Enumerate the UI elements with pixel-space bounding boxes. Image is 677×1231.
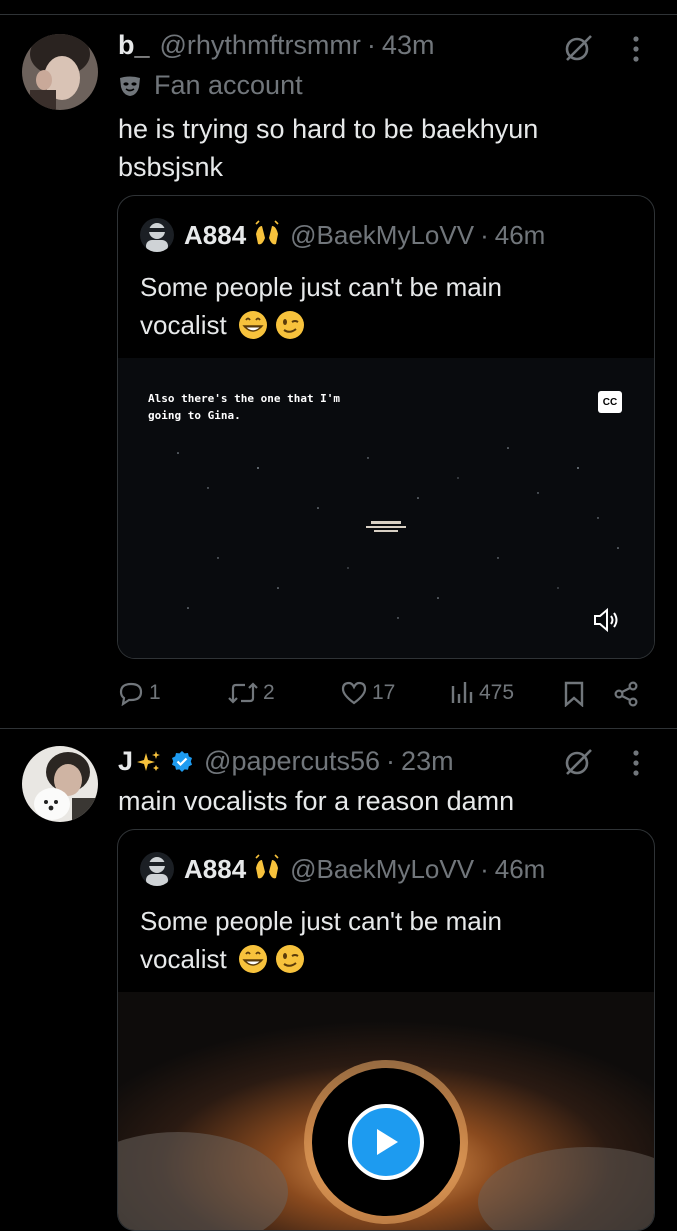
retweet-icon [227, 680, 263, 706]
views-button[interactable]: 475 [449, 680, 514, 706]
avatar[interactable] [22, 34, 98, 110]
quote-avatar [140, 218, 174, 252]
quote-avatar [140, 852, 174, 886]
caption-line-1: Also there's the one that I'm [148, 392, 341, 405]
avatar-image [22, 746, 98, 822]
fan-account-label: Fan account [118, 70, 303, 101]
like-icon [340, 680, 372, 706]
display-name[interactable]: J [118, 746, 133, 777]
timestamp[interactable]: 43m [382, 30, 435, 61]
quote-text-line-1: Some people just can't be main [140, 272, 502, 302]
label-text: Fan account [154, 70, 303, 100]
like-button[interactable]: 17 [340, 680, 395, 706]
handle[interactable]: @rhythmftrsmmr [160, 30, 361, 61]
quote-timestamp: 46m [494, 853, 546, 884]
wink-emoji [275, 310, 305, 340]
separator: · [480, 853, 489, 884]
mask-icon [118, 74, 142, 98]
play-icon[interactable] [348, 1104, 424, 1180]
top-divider [0, 14, 677, 15]
quote-text-line-2-text: vocalist [140, 944, 227, 974]
quote-text: Some people just can't be main vocalist [140, 902, 502, 978]
raised-hands-emoji [252, 854, 282, 884]
grin-emoji [238, 310, 268, 340]
more-icon[interactable] [626, 34, 646, 64]
video-player[interactable]: Also there's the one that I'm going to G… [118, 358, 654, 658]
raised-hands-emoji [252, 220, 282, 250]
quote-display-name: A884 [184, 853, 247, 884]
tweet-text-line-2: bsbsjsnk [118, 152, 224, 182]
quote-header: A884 @BaekMyLoVV · 46m [140, 852, 545, 886]
tweet-divider [0, 728, 677, 729]
avatar-image [22, 34, 98, 110]
reply-icon [117, 680, 149, 706]
video-caption: Also there's the one that I'm going to G… [148, 390, 340, 424]
display-name[interactable]: b_ [118, 30, 150, 61]
quote-header: A884 @BaekMyLoVV · 46m [140, 218, 545, 252]
grin-emoji [238, 944, 268, 974]
verified-badge-icon[interactable] [170, 750, 194, 774]
handle[interactable]: @papercuts56 [204, 746, 380, 777]
tweet-text: main vocalists for a reason damn [118, 782, 514, 820]
tweet-text-line-1: main vocalists for a reason damn [118, 786, 515, 816]
grok-icon[interactable] [561, 31, 595, 65]
more-icon[interactable] [626, 748, 646, 778]
timestamp[interactable]: 23m [401, 746, 454, 777]
retweet-button[interactable]: 2 [227, 680, 275, 706]
bookmark-icon[interactable] [561, 680, 587, 708]
avatar[interactable] [22, 746, 98, 822]
video-player[interactable] [118, 992, 654, 1230]
tweet-header: b_ @rhythmftrsmmr · 43m [118, 30, 434, 61]
quote-timestamp: 46m [494, 219, 546, 250]
share-icon[interactable] [611, 680, 641, 708]
views-icon [449, 680, 479, 706]
quote-text-line-2: vocalist [140, 940, 502, 978]
cc-button[interactable]: CC [598, 391, 622, 413]
caption-line-2: going to Gina. [148, 409, 241, 422]
reply-button[interactable]: 1 [117, 680, 161, 706]
separator: · [366, 30, 376, 60]
quote-text: Some people just can't be main vocalist [140, 268, 502, 344]
quoted-tweet[interactable]: A884 @BaekMyLoVV · 46m Some people just … [117, 829, 655, 1231]
views-count: 475 [479, 681, 515, 704]
quote-text-line-1: Some people just can't be main [140, 906, 502, 936]
volume-icon[interactable] [592, 606, 624, 634]
tweet-text: he is trying so hard to be baekhyun bsbs… [118, 110, 538, 186]
tweet-actions: 1 2 17 475 [117, 676, 647, 716]
separator: · [480, 219, 489, 250]
tweet-header: J @papercuts56 · 23m [118, 746, 454, 777]
quote-handle: @BaekMyLoVV [290, 853, 475, 884]
quote-handle: @BaekMyLoVV [290, 219, 475, 250]
like-count: 17 [372, 681, 396, 704]
separator: · [386, 746, 396, 776]
tweet-text-line-1: he is trying so hard to be baekhyun [118, 114, 539, 144]
reply-count: 1 [149, 681, 161, 704]
quote-text-line-2-text: vocalist [140, 310, 227, 340]
quote-display-name: A884 [184, 219, 247, 250]
sparkles-emoji [136, 749, 162, 775]
wink-emoji [275, 944, 305, 974]
quote-text-line-2: vocalist [140, 306, 502, 344]
retweet-count: 2 [263, 681, 275, 704]
quoted-tweet[interactable]: A884 @BaekMyLoVV · 46m Some people just … [117, 195, 655, 659]
grok-icon[interactable] [561, 745, 595, 779]
